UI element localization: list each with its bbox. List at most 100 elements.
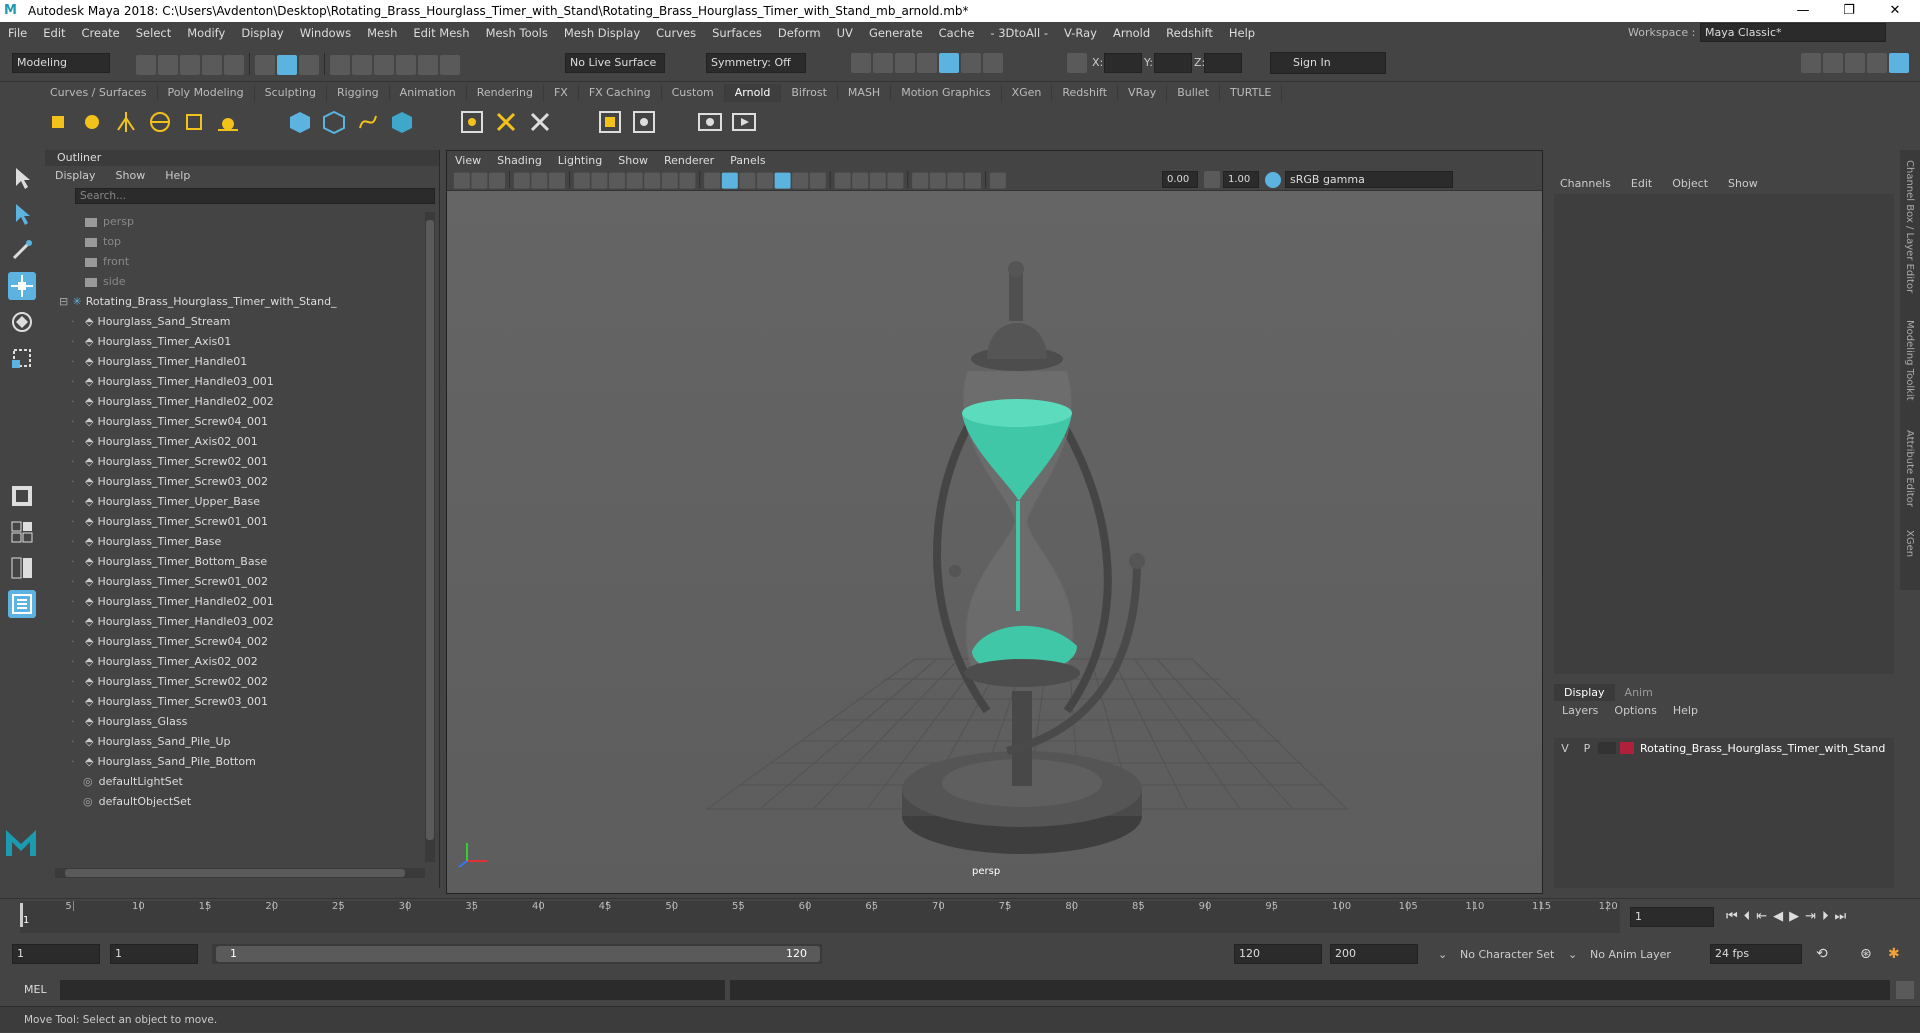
skydome-light-icon[interactable] — [146, 108, 174, 136]
end-time-field[interactable]: 200 — [1330, 944, 1418, 964]
snap-point-icon[interactable] — [374, 55, 394, 75]
image-plane-icon[interactable] — [513, 172, 530, 189]
channel-box-icon[interactable] — [1889, 53, 1909, 73]
scale-tool-icon[interactable] — [8, 344, 36, 372]
menu-cache[interactable]: Cache — [931, 26, 983, 40]
shelf-tab-custom[interactable]: Custom — [662, 84, 725, 102]
menu-edit[interactable]: Edit — [35, 26, 73, 40]
maximize-button[interactable]: ❐ — [1826, 0, 1872, 22]
outliner-item[interactable]: · ⬘ Hourglass_Timer_Axis02_002 — [45, 652, 420, 672]
layer-playback-toggle[interactable]: P — [1576, 742, 1598, 755]
colorspace-dropdown[interactable]: sRGB gamma — [1285, 171, 1453, 188]
outliner-item[interactable]: · ⬘ Hourglass_Timer_Screw01_001 — [45, 512, 420, 532]
anim-tab[interactable]: Anim — [1615, 684, 1663, 701]
menu-vray[interactable]: V-Ray — [1056, 26, 1105, 40]
outliner-item[interactable]: · ⬘ Hourglass_Timer_Screw02_002 — [45, 672, 420, 692]
outliner-item[interactable]: · ⬘ Hourglass_Sand_Stream — [45, 312, 420, 332]
symmetry-dropdown[interactable]: Symmetry: Off — [706, 53, 806, 73]
wireframe-on-shaded-icon[interactable] — [757, 172, 773, 189]
step-back-key-icon[interactable]: ⏴ — [1744, 909, 1751, 924]
outliner-item[interactable]: · ⬘ Hourglass_Timer_Axis01 — [45, 332, 420, 352]
volume-icon[interactable] — [388, 108, 416, 136]
collapse-icon[interactable]: ⊟ — [59, 292, 69, 312]
go-to-start-icon[interactable]: ⏮ — [1726, 909, 1738, 924]
viewport-menu-lighting[interactable]: Lighting — [550, 154, 610, 167]
menu-surfaces[interactable]: Surfaces — [704, 26, 770, 40]
tool-settings-icon[interactable] — [1867, 53, 1887, 73]
render-settings-icon[interactable] — [917, 53, 937, 73]
material-assign-icon[interactable] — [630, 108, 658, 136]
redo-icon[interactable] — [224, 55, 244, 75]
color-management-icon[interactable] — [1265, 172, 1281, 188]
shelf-tab-rigging[interactable]: Rigging — [327, 84, 390, 102]
go-to-end-icon[interactable]: ⏭ — [1835, 909, 1847, 924]
outliner-camera-persp[interactable]: persp — [45, 212, 420, 232]
outliner-item[interactable]: · ⬘ Hourglass_Timer_Handle02_001 — [45, 592, 420, 612]
menu-select[interactable]: Select — [128, 26, 179, 40]
isolate-select-icon[interactable] — [912, 172, 929, 189]
menu-curves[interactable]: Curves — [648, 26, 704, 40]
close-button[interactable]: ✕ — [1872, 0, 1918, 22]
film-gate-icon[interactable] — [591, 172, 608, 189]
sign-in-button[interactable]: Sign In — [1270, 52, 1386, 74]
current-frame-field[interactable]: 1 — [1630, 907, 1714, 927]
shelf-tab-arnold[interactable]: Arnold — [724, 84, 782, 102]
menu-help[interactable]: Help — [1221, 26, 1263, 40]
outliner-layout-icon[interactable] — [8, 590, 36, 618]
menu-generate[interactable]: Generate — [861, 26, 931, 40]
auto-key-icon[interactable]: ⊛ — [1860, 946, 1872, 962]
xray-components-icon[interactable] — [965, 172, 981, 189]
outliner-camera-front[interactable]: front — [45, 252, 420, 272]
select-camera-icon[interactable] — [453, 172, 470, 189]
loop-icon[interactable]: ⟲ — [1816, 946, 1828, 962]
outliner-menu-help[interactable]: Help — [155, 169, 200, 182]
side-tab-xgen[interactable]: XGen — [1904, 530, 1915, 557]
shelf-tab-bullet[interactable]: Bullet — [1167, 84, 1220, 102]
viewport-panel[interactable]: View Shading Lighting Show Renderer Pane… — [446, 150, 1543, 894]
save-scene-icon[interactable] — [180, 55, 200, 75]
help-menu[interactable]: Help — [1665, 704, 1706, 717]
live-surface-field[interactable]: No Live Surface — [565, 53, 665, 73]
flush-cache-icon[interactable] — [492, 108, 520, 136]
outliner-item[interactable]: · ⬘ Hourglass_Timer_Screw02_001 — [45, 452, 420, 472]
character-set-icon[interactable]: ⌄ — [1438, 948, 1447, 961]
arnold-render-icon[interactable] — [939, 53, 959, 73]
select-hierarchy-icon[interactable] — [255, 55, 275, 75]
four-view-layout-icon[interactable] — [8, 518, 36, 546]
anim-prefs-icon[interactable]: ✱ — [1888, 946, 1900, 962]
modeling-toolkit-icon[interactable] — [1801, 53, 1821, 73]
show-menu[interactable]: Show — [1718, 177, 1768, 190]
shelf-tab-redshift[interactable]: Redshift — [1052, 84, 1119, 102]
command-input[interactable] — [60, 980, 725, 1000]
render-preview-icon[interactable] — [696, 108, 724, 136]
anim-layer-icon[interactable]: ⌄ — [1568, 948, 1577, 961]
minimize-button[interactable]: — — [1780, 0, 1826, 22]
gamma-icon[interactable] — [1204, 171, 1220, 188]
outliner-vscrollbar[interactable] — [425, 212, 435, 862]
use-all-lights-icon[interactable] — [792, 172, 809, 189]
layers-menu[interactable]: Layers — [1554, 704, 1606, 717]
grease-pencil-icon[interactable] — [549, 172, 565, 189]
2d-pan-zoom-icon[interactable] — [531, 172, 548, 189]
display-tab[interactable]: Display — [1554, 684, 1615, 701]
flush-textures-icon[interactable] — [526, 108, 554, 136]
outliner-menu-display[interactable]: Display — [45, 169, 106, 182]
photometric-light-icon[interactable] — [112, 108, 140, 136]
menu-file[interactable]: File — [0, 26, 35, 40]
menu-mesh[interactable]: Mesh — [359, 26, 405, 40]
outliner-camera-side[interactable]: side — [45, 272, 420, 292]
new-scene-icon[interactable] — [136, 55, 156, 75]
viewport-menu-show[interactable]: Show — [610, 154, 656, 167]
side-tab-attribute-editor[interactable]: Attribute Editor — [1904, 430, 1915, 507]
render-sequence-icon[interactable] — [730, 108, 758, 136]
shelf-tab-fx[interactable]: FX — [544, 84, 579, 102]
outliner-hscrollbar[interactable] — [55, 868, 425, 878]
z-field[interactable] — [1204, 53, 1242, 73]
menu-modify[interactable]: Modify — [179, 26, 233, 40]
options-menu[interactable]: Options — [1606, 704, 1664, 717]
layer-color-swatch[interactable] — [1620, 742, 1634, 754]
smooth-shade-icon[interactable] — [721, 172, 738, 189]
layer-visibility-toggle[interactable]: V — [1554, 742, 1576, 755]
outliner-search-input[interactable]: Search... — [75, 188, 435, 204]
object-menu[interactable]: Object — [1662, 177, 1718, 190]
